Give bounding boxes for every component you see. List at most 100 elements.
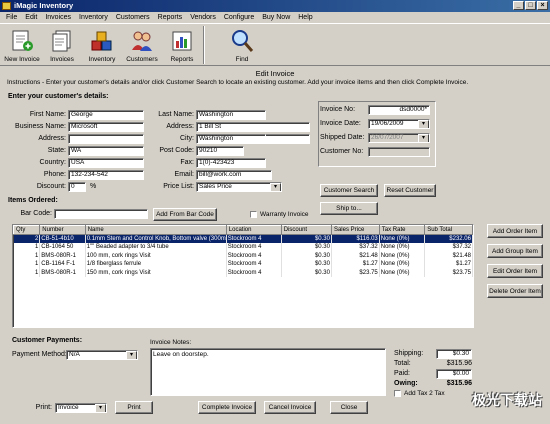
new-invoice-label: New Invoice <box>4 56 40 63</box>
cell: $1.27 <box>331 260 380 269</box>
invoice-no-field[interactable]: dsd0000* <box>368 105 430 115</box>
col-sub-total[interactable]: Sub Total <box>424 225 473 235</box>
state-label: State: <box>47 147 66 154</box>
cell: None (0%) <box>379 251 426 260</box>
new-invoice-icon <box>10 29 34 53</box>
add-order-item-button[interactable]: Add Order Item <box>487 224 543 238</box>
cell: Stockroom 4 <box>226 234 282 243</box>
print-button[interactable]: Print <box>115 401 153 414</box>
order-items-grid[interactable]: Qty Number Name Location Discount Sales … <box>12 224 474 328</box>
address-1-field[interactable]: 1 Bill St <box>196 122 310 132</box>
table-row[interactable]: 2 CB-51-4b10 0.1mm Stem and Control Knob, … <box>13 234 473 243</box>
menu-vendors[interactable]: Vendors <box>186 12 220 23</box>
edit-order-item-button[interactable]: Edit Order Item <box>487 264 543 278</box>
last-name-field[interactable]: Washington <box>196 110 266 120</box>
col-location[interactable]: Location <box>225 225 282 235</box>
add-group-item-button[interactable]: Add Group Item <box>487 244 543 258</box>
cancel-invoice-button[interactable]: Cancel Invoice <box>264 401 316 414</box>
menu-invoices[interactable]: Invoices <box>41 12 75 23</box>
delete-order-item-button[interactable]: Delete Order Item <box>487 284 543 298</box>
cell: $116.03 <box>331 234 380 243</box>
menu-help[interactable]: Help <box>294 12 316 23</box>
table-row[interactable]: 1 BMS-080R-1 100 mm, cork rings Visit Stock… <box>13 251 473 260</box>
menu-edit[interactable]: Edit <box>21 12 41 23</box>
discount-field[interactable]: 0 <box>68 182 86 192</box>
payment-method-select[interactable]: N/A <box>66 350 138 360</box>
address-left-field[interactable] <box>68 134 144 144</box>
menu-buy-now[interactable]: Buy Now <box>258 12 294 23</box>
inventory-button[interactable]: Inventory <box>82 24 122 65</box>
app-icon <box>2 2 11 10</box>
toolbar: New Invoice Invoices Inventory Customers… <box>0 23 550 66</box>
city-field[interactable]: Washington <box>196 134 266 144</box>
total-label: Total: <box>394 360 411 367</box>
business-name-field[interactable]: Microsoft <box>68 122 144 132</box>
menu-configure[interactable]: Configure <box>220 12 258 23</box>
customer-no-field <box>368 147 430 157</box>
reset-customer-button[interactable]: Reset Customer <box>384 184 436 197</box>
col-sales-price[interactable]: Sales Price <box>330 225 380 235</box>
paid-field[interactable]: $0.00 <box>436 369 472 379</box>
warranty-label: Warranty Invoice <box>260 211 309 218</box>
table-row[interactable]: 1 CB-1064 50 1"" Beaded adapter to 3/4 tub… <box>13 243 473 252</box>
magnifier-icon <box>230 29 254 53</box>
menu-file[interactable]: File <box>2 12 21 23</box>
col-discount[interactable]: Discount <box>280 225 332 235</box>
invoice-date-picker[interactable]: 19/06/2009 <box>368 119 430 129</box>
new-invoice-button[interactable]: New Invoice <box>2 24 42 65</box>
inventory-label: Inventory <box>88 56 116 63</box>
payments-section-title: Customer Payments: <box>12 337 83 344</box>
invoices-button[interactable]: Invoices <box>42 24 82 65</box>
add-tax-checkbox[interactable] <box>394 390 401 397</box>
cell: $0.30 <box>281 260 332 269</box>
col-number[interactable]: Number <box>39 225 86 235</box>
add-from-barcode-button[interactable]: Add From Bar Code <box>153 208 217 221</box>
add-tax-label: Add Tax 2 Tax <box>404 390 445 397</box>
fax-field[interactable]: 1(0)-423423 <box>196 158 266 168</box>
cell: $37.32 <box>424 243 473 252</box>
menu-customers[interactable]: Customers <box>112 12 154 23</box>
col-qty[interactable]: Qty <box>13 225 41 235</box>
phone-field[interactable]: 132-234-542 <box>68 170 144 180</box>
table-row[interactable]: 1 BMS-080R-1 150 mm, cork rings Visit Stock… <box>13 268 473 277</box>
close-button[interactable]: Close <box>330 401 368 414</box>
cell: $0.30 <box>281 268 332 277</box>
first-name-field[interactable]: George <box>68 110 144 120</box>
close-window-button[interactable]: × <box>537 1 548 10</box>
cell: 2 <box>13 234 41 243</box>
menu-reports[interactable]: Reports <box>154 12 187 23</box>
ship-to-button[interactable]: Ship to... <box>320 202 378 215</box>
price-list-select[interactable]: Sales Price <box>196 182 282 192</box>
shipping-field[interactable]: $0.30 <box>436 349 472 359</box>
barcode-field[interactable] <box>54 209 148 219</box>
find-button[interactable]: Find <box>224 24 260 65</box>
barcode-label: Bar Code: <box>20 210 52 217</box>
cell: $0.30 <box>281 251 332 260</box>
minimize-button[interactable]: _ <box>513 1 524 10</box>
menu-inventory[interactable]: Inventory <box>75 12 112 23</box>
find-label: Find <box>235 56 249 63</box>
window-title: iMagic Inventory <box>14 1 74 10</box>
col-tax-rate[interactable]: Tax Rate <box>378 225 426 235</box>
items-section-title: Items Ordered: <box>8 197 58 204</box>
email-label: Email: <box>174 171 194 178</box>
invoice-date-label: Invoice Date: <box>320 120 361 127</box>
col-name[interactable]: Name <box>84 225 227 235</box>
maximize-button[interactable]: □ <box>525 1 536 10</box>
warranty-checkbox[interactable] <box>250 211 257 218</box>
table-row[interactable]: 1 CB-1164 F-1 1/8 fiberglass ferrule Stockr… <box>13 260 473 269</box>
state-field[interactable]: WA <box>68 146 144 156</box>
cell: $1.27 <box>424 260 473 269</box>
complete-invoice-button[interactable]: Complete Invoice <box>198 401 256 414</box>
reports-label: Reports <box>170 56 194 63</box>
country-field[interactable]: USA <box>68 158 144 168</box>
shipped-date-picker[interactable]: 26/07/2007 <box>368 133 430 143</box>
cell: Stockroom 4 <box>226 243 282 252</box>
invoice-notes-textarea[interactable]: Leave on doorstep. <box>150 348 386 396</box>
reports-button[interactable]: Reports <box>162 24 202 65</box>
email-field[interactable]: bill@work.com <box>196 170 272 180</box>
post-code-field[interactable]: 90210 <box>196 146 244 156</box>
customer-search-button[interactable]: Customer Search <box>320 184 378 197</box>
print-select[interactable]: Invoice <box>55 403 107 413</box>
customers-button[interactable]: Customers <box>122 24 162 65</box>
